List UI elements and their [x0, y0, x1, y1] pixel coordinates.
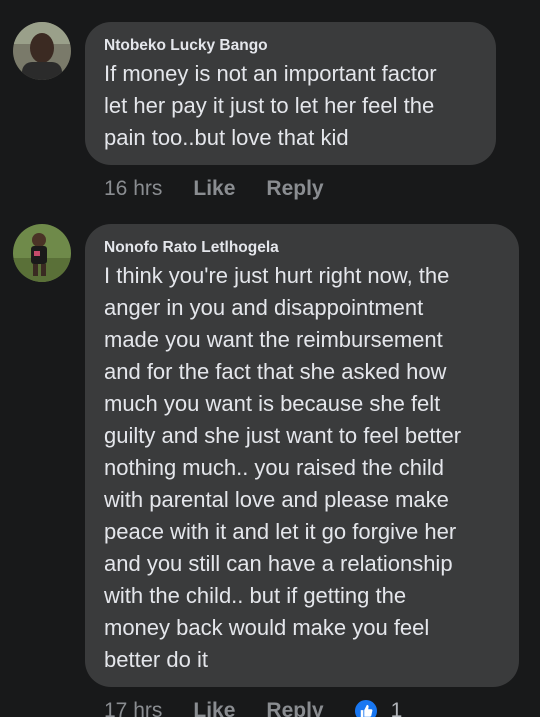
- comment-text-line: and you still can have a relationship: [104, 551, 453, 576]
- comment-text-line: let her pay it just to let her feel the: [104, 93, 435, 118]
- reaction-summary[interactable]: 1: [352, 698, 403, 717]
- comment-author[interactable]: Ntobeko Lucky Bango: [104, 36, 478, 55]
- comment-bubble: Nonofo Rato Letlhogela I think you're ju…: [85, 224, 519, 687]
- profile-photo: [13, 224, 71, 282]
- avatar[interactable]: [13, 224, 71, 282]
- thumbs-up-icon: [352, 698, 379, 717]
- comment-text-line: with the child.. but if getting the: [104, 583, 407, 608]
- comment-text-line: I think you're just hurt right now, the: [104, 263, 450, 288]
- comment-timestamp[interactable]: 17 hrs: [104, 699, 162, 717]
- comment-text-line: better do it: [104, 647, 208, 672]
- comment-text-line: and for the fact that she asked how: [104, 359, 447, 384]
- comment-timestamp[interactable]: 16 hrs: [104, 177, 162, 201]
- comment-text-line: pain too..but love that kid: [104, 125, 349, 150]
- comment-actions: 17 hrs Like Reply 1: [104, 698, 402, 717]
- comment-text-line: nothing much.. you raised the child: [104, 455, 444, 480]
- comment-text-line: peace with it and let it go forgive her: [104, 519, 457, 544]
- comment-text-line: money back would make you feel: [104, 615, 430, 640]
- reaction-count: 1: [390, 699, 403, 717]
- reply-button[interactable]: Reply: [266, 177, 323, 201]
- comment-author[interactable]: Nonofo Rato Letlhogela: [104, 238, 501, 257]
- like-button[interactable]: Like: [193, 699, 235, 717]
- comment-text: If money is not an important factor let …: [104, 58, 478, 154]
- comment-actions: 16 hrs Like Reply: [104, 177, 355, 201]
- comment-text-line: If money is not an important factor: [104, 61, 437, 86]
- comment-text-line: much you want is because she felt: [104, 391, 441, 416]
- reply-button[interactable]: Reply: [266, 699, 323, 717]
- like-button[interactable]: Like: [193, 177, 235, 201]
- comments-thread: Ntobeko Lucky Bango If money is not an i…: [0, 0, 540, 717]
- comment-bubble: Ntobeko Lucky Bango If money is not an i…: [85, 22, 496, 165]
- comment-text-line: with parental love and please make: [104, 487, 449, 512]
- avatar[interactable]: [13, 22, 71, 80]
- comment-text-line: made you want the reimbursement: [104, 327, 443, 352]
- profile-photo: [13, 22, 71, 80]
- comment-text: I think you're just hurt right now, the …: [104, 260, 501, 676]
- comment-text-line: guilty and she just want to feel better: [104, 423, 462, 448]
- comment-text-line: anger in you and disappointment: [104, 295, 424, 320]
